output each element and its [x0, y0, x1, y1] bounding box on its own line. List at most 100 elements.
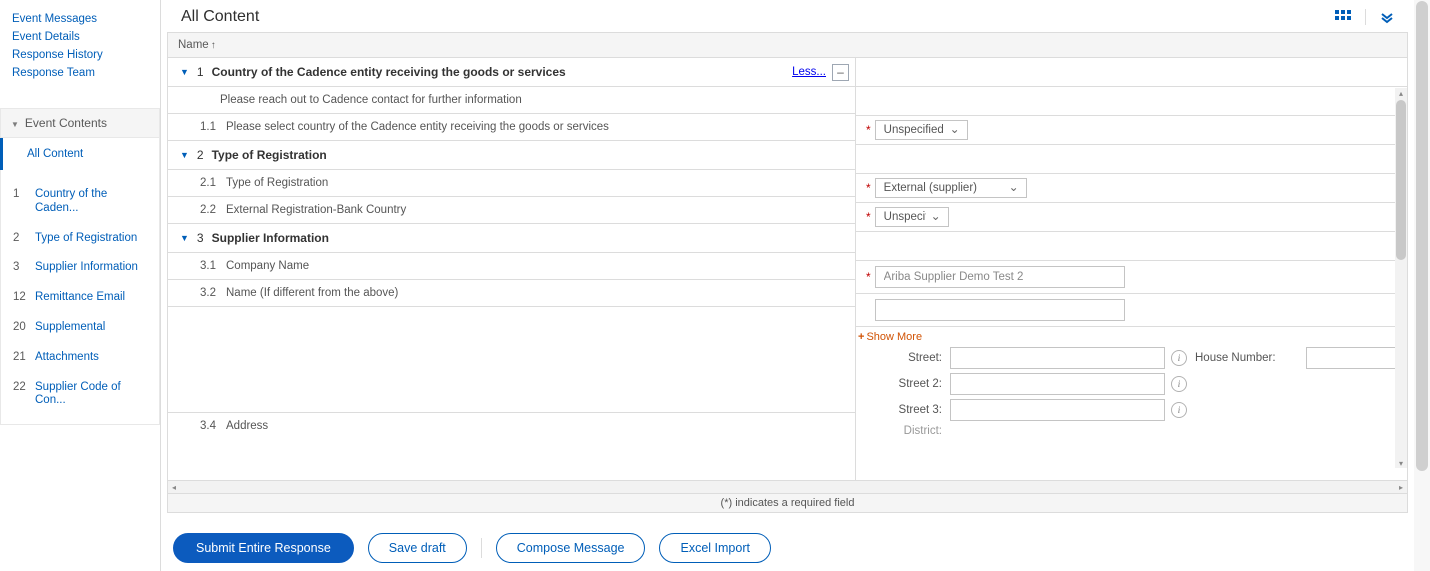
required-icon: * [866, 181, 871, 195]
toc-num: 1 [11, 188, 35, 216]
question-label: Address [226, 420, 843, 432]
separator [1365, 9, 1366, 25]
house-number-label: House Number: [1195, 352, 1300, 364]
info-icon[interactable]: i [1171, 376, 1187, 392]
collapse-button[interactable]: – [832, 64, 849, 81]
toc-all-content[interactable]: All Content [0, 138, 159, 170]
scroll-left-icon[interactable]: ◂ [168, 481, 180, 493]
registration-type-select[interactable]: External (supplier) [875, 178, 1027, 198]
question-number: 3.2 [200, 287, 226, 299]
question-row: 3.2 Name (If different from the above) [168, 280, 855, 307]
action-buttons: Submit Entire Response Save draft Compos… [161, 513, 1414, 571]
left-sidebar: Event Messages Event Details Response Hi… [0, 0, 160, 571]
info-icon[interactable]: i [1171, 402, 1187, 418]
street3-label: Street 3: [862, 404, 944, 416]
collapse-icon: ▼ [180, 67, 189, 77]
scroll-right-icon[interactable]: ▸ [1395, 481, 1407, 493]
questions-column: ▼ 1 Country of the Cadence entity receiv… [168, 58, 856, 480]
question-number: 3.4 [200, 420, 226, 432]
toc-item[interactable]: 21Attachments [11, 343, 149, 373]
alt-name-input[interactable] [875, 299, 1125, 321]
toc-num: 21 [11, 351, 35, 365]
toc-label: Attachments [35, 351, 99, 365]
event-nav-links: Event Messages Event Details Response Hi… [0, 0, 160, 88]
house-number-input[interactable] [1306, 347, 1407, 369]
toc-label: Country of the Caden... [35, 188, 149, 216]
link-event-messages[interactable]: Event Messages [12, 10, 148, 28]
toc-num: 22 [11, 381, 35, 409]
section-number: 3 [197, 231, 204, 245]
section-3-header[interactable]: ▼ 3 Supplier Information [168, 224, 855, 253]
section-title: Type of Registration [212, 148, 327, 162]
question-row: 2.2 External Registration-Bank Country [168, 197, 855, 224]
street2-label: Street 2: [862, 378, 944, 390]
toc-item[interactable]: 20Supplemental [11, 313, 149, 343]
section-number: 1 [197, 65, 204, 79]
excel-import-button[interactable]: Excel Import [659, 533, 770, 563]
toc-label: Type of Registration [35, 232, 137, 246]
main-panel: All Content Name ↑ [161, 0, 1414, 571]
question-label: Name (If different from the above) [226, 287, 843, 299]
question-number: 2.2 [200, 204, 226, 216]
toc-label: Supplier Information [35, 261, 138, 275]
scroll-down-icon[interactable]: ▾ [1395, 458, 1407, 468]
grid-header[interactable]: Name ↑ [167, 32, 1408, 58]
scroll-thumb[interactable] [1396, 100, 1406, 260]
required-icon: * [866, 270, 871, 284]
submit-button[interactable]: Submit Entire Response [173, 533, 354, 563]
street-label: Street: [862, 352, 944, 364]
section-1-info-text: Please reach out to Cadence contact for … [168, 87, 855, 114]
street3-input[interactable] [950, 399, 1165, 421]
toc-num: 3 [11, 261, 35, 275]
grid-settings-icon[interactable] [1335, 10, 1351, 24]
page-scroll-thumb[interactable] [1416, 1, 1428, 471]
toc-item[interactable]: 1Country of the Caden... [11, 180, 149, 224]
question-row: 1.1 Please select country of the Cadence… [168, 114, 855, 141]
question-label: Please select country of the Cadence ent… [226, 121, 843, 133]
page-scrollbar[interactable] [1414, 0, 1430, 571]
separator [481, 538, 482, 558]
compose-message-button[interactable]: Compose Message [496, 533, 646, 563]
toc-item[interactable]: 3Supplier Information [11, 253, 149, 283]
company-name-input[interactable] [875, 266, 1125, 288]
toc-num: 2 [11, 232, 35, 246]
section-title: Supplier Information [212, 231, 329, 245]
vertical-scrollbar[interactable]: ▴ ▾ [1395, 88, 1407, 468]
info-icon[interactable]: i [1171, 350, 1187, 366]
link-event-details[interactable]: Event Details [12, 28, 148, 46]
question-row: 3.1 Company Name [168, 253, 855, 280]
event-contents-header[interactable]: Event Contents [1, 109, 159, 138]
street2-input[interactable] [950, 373, 1165, 395]
street-input[interactable] [950, 347, 1165, 369]
less-link[interactable]: Less... [792, 66, 826, 78]
section-2-header[interactable]: ▼ 2 Type of Registration [168, 141, 855, 170]
question-number: 1.1 [200, 121, 226, 133]
save-draft-button[interactable]: Save draft [368, 533, 467, 563]
scroll-up-icon[interactable]: ▴ [1395, 88, 1407, 98]
column-name: Name [178, 39, 209, 51]
toc-label: Supplier Code of Con... [35, 381, 149, 409]
sort-ascending-icon: ↑ [211, 40, 216, 51]
toc-item[interactable]: 12Remittance Email [11, 283, 149, 313]
toc-label: Remittance Email [35, 291, 125, 305]
country-select[interactable]: Unspecified [875, 120, 968, 140]
question-number: 2.1 [200, 177, 226, 189]
expand-all-icon[interactable] [1380, 10, 1394, 24]
toc-label: Supplemental [35, 321, 105, 335]
required-icon: * [866, 123, 871, 137]
event-contents-panel: Event Contents All Content 1Country of t… [0, 108, 160, 425]
section-1-header[interactable]: ▼ 1 Country of the Cadence entity receiv… [168, 58, 855, 87]
question-number: 3.1 [200, 260, 226, 272]
bank-country-select[interactable]: Unspecified [875, 207, 949, 227]
required-icon: * [866, 210, 871, 224]
page-title: All Content [181, 8, 259, 26]
question-label: Type of Registration [226, 177, 843, 189]
link-response-team[interactable]: Response Team [12, 64, 148, 82]
question-row: 2.1 Type of Registration [168, 170, 855, 197]
toc-item[interactable]: 2Type of Registration [11, 224, 149, 254]
question-label: External Registration-Bank Country [226, 204, 843, 216]
link-response-history[interactable]: Response History [12, 46, 148, 64]
horizontal-scrollbar[interactable]: ◂ ▸ [167, 480, 1408, 494]
toc-item[interactable]: 22Supplier Code of Con... [11, 373, 149, 417]
show-more-link[interactable]: Show More [858, 329, 1407, 347]
